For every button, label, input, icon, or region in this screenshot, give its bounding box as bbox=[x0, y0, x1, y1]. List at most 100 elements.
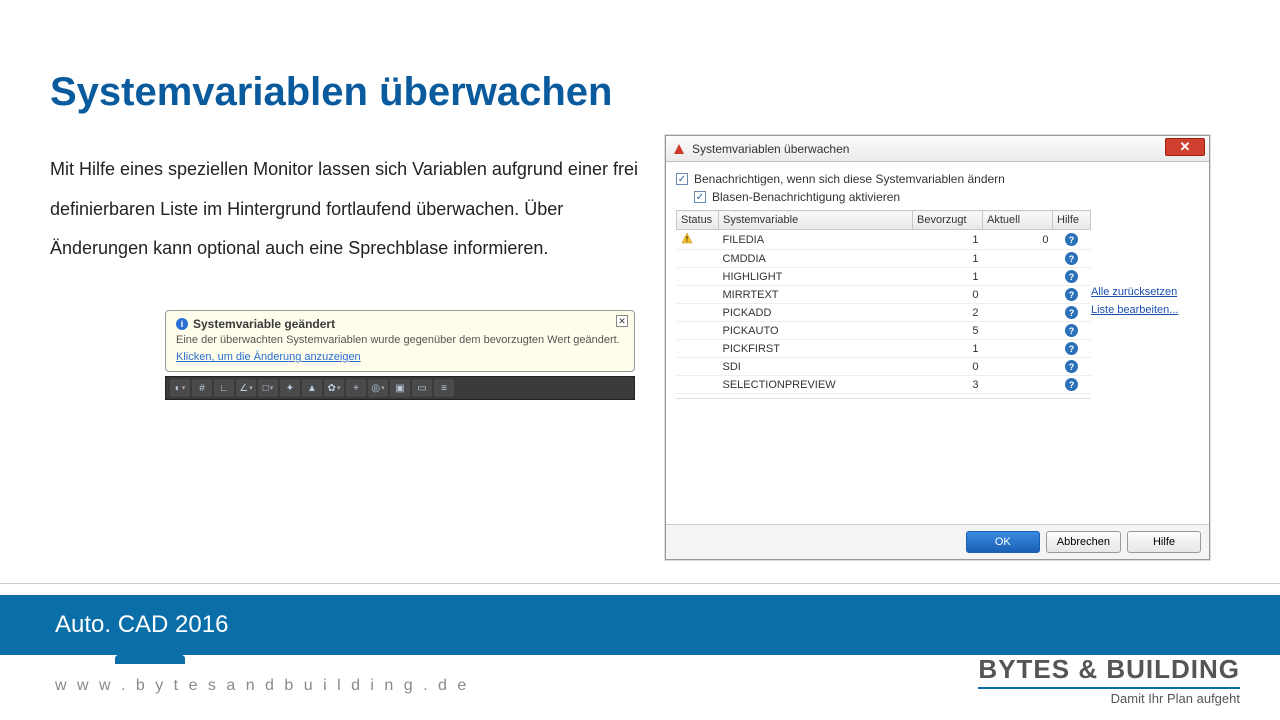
balloon-tooltip-group: i Systemvariable geändert Eine der überw… bbox=[165, 310, 635, 400]
dialog-titlebar[interactable]: Systemvariablen überwachen ✕ bbox=[666, 136, 1209, 162]
sysvar-name: SDI bbox=[719, 358, 913, 376]
statusbar-ortho-icon[interactable]: ∟ bbox=[214, 379, 234, 397]
notify-checkbox-label: Benachrichtigen, wenn sich diese Systemv… bbox=[694, 172, 1005, 186]
help-icon[interactable]: ? bbox=[1065, 306, 1078, 319]
sysvar-preferred: 0 bbox=[913, 358, 983, 376]
sysvar-preferred: 1 bbox=[913, 268, 983, 286]
table-row[interactable]: PICKFIRST1? bbox=[677, 340, 1091, 358]
help-icon[interactable]: ? bbox=[1065, 378, 1078, 391]
statusbar-osnap-icon[interactable]: □ bbox=[258, 379, 278, 397]
help-icon[interactable]: ? bbox=[1065, 252, 1078, 265]
ok-button[interactable]: OK bbox=[966, 531, 1040, 553]
table-row[interactable]: MIRRTEXT0? bbox=[677, 286, 1091, 304]
balloon-checkbox-row[interactable]: ✓ Blasen-Benachrichtigung aktivieren bbox=[694, 190, 1199, 204]
table-row[interactable]: SDI0? bbox=[677, 358, 1091, 376]
sysvar-name: CMDDIA bbox=[719, 250, 913, 268]
sysvar-name: HIGHLIGHT bbox=[719, 268, 913, 286]
sysvar-name: FILEDIA bbox=[719, 230, 913, 250]
sysvar-current bbox=[983, 268, 1053, 286]
table-row[interactable]: CMDDIA1? bbox=[677, 250, 1091, 268]
notify-checkbox-row[interactable]: ✓ Benachrichtigen, wenn sich diese Syste… bbox=[676, 172, 1199, 186]
table-row[interactable]: PICKAUTO5? bbox=[677, 322, 1091, 340]
help-icon[interactable]: ? bbox=[1065, 288, 1078, 301]
dialog-close-button[interactable]: ✕ bbox=[1165, 138, 1205, 156]
sysvar-preferred: 2 bbox=[913, 304, 983, 322]
sysvar-preferred: 5 bbox=[913, 322, 983, 340]
balloon-link[interactable]: Klicken, um die Änderung anzuzeigen bbox=[176, 351, 361, 363]
sysvar-current bbox=[983, 376, 1053, 394]
sysvar-name: SELECTIONPREVIEW bbox=[719, 376, 913, 394]
balloon-tooltip: i Systemvariable geändert Eine der überw… bbox=[165, 310, 635, 372]
checkbox-icon[interactable]: ✓ bbox=[694, 191, 706, 203]
balloon-body: Eine der überwachten Systemvariablen wur… bbox=[176, 334, 624, 346]
brand-lockup: BYTES & BUILDING Damit Ihr Plan aufgeht bbox=[978, 654, 1240, 706]
sysvar-current bbox=[983, 250, 1053, 268]
sysvar-current bbox=[983, 286, 1053, 304]
footer-divider bbox=[0, 583, 1280, 595]
help-icon[interactable]: ? bbox=[1065, 233, 1078, 246]
checkbox-icon[interactable]: ✓ bbox=[676, 173, 688, 185]
brand-tagline: Damit Ihr Plan aufgeht bbox=[978, 691, 1240, 706]
app-icon bbox=[672, 142, 686, 156]
sysvar-monitor-dialog: Systemvariablen überwachen ✕ ✓ Benachric… bbox=[665, 135, 1210, 560]
sysvar-name: PICKADD bbox=[719, 304, 913, 322]
reset-all-link[interactable]: Alle zurücksetzen bbox=[1091, 286, 1191, 298]
balloon-title: Systemvariable geändert bbox=[193, 317, 335, 331]
info-icon: i bbox=[176, 318, 188, 330]
help-icon[interactable]: ? bbox=[1065, 342, 1078, 355]
table-row[interactable]: FILEDIA10? bbox=[677, 230, 1091, 250]
table-row[interactable]: SELECTIONPREVIEW3? bbox=[677, 376, 1091, 394]
col-systemvariable[interactable]: Systemvariable bbox=[719, 211, 913, 230]
statusbar-person-icon[interactable]: ▲ bbox=[302, 379, 322, 397]
table-empty-area bbox=[676, 398, 1091, 518]
help-icon[interactable]: ? bbox=[1065, 324, 1078, 337]
help-icon[interactable]: ? bbox=[1065, 270, 1078, 283]
sysvar-preferred: 1 bbox=[913, 340, 983, 358]
status-bar: ◐ # ∟ ∠ □ ✦ ▲ ✿ + ◎ ▣ ▭ ≡ bbox=[165, 376, 635, 400]
help-icon[interactable]: ? bbox=[1065, 360, 1078, 373]
statusbar-plus-icon[interactable]: + bbox=[346, 379, 366, 397]
sysvar-current bbox=[983, 322, 1053, 340]
statusbar-gear-icon[interactable]: ✿ bbox=[324, 379, 344, 397]
warning-icon bbox=[681, 232, 693, 244]
sysvar-table: Status Systemvariable Bevorzugt Aktuell … bbox=[676, 210, 1091, 518]
page-title: Systemvariablen überwachen bbox=[50, 70, 612, 115]
statusbar-globe-icon[interactable]: ◐ bbox=[170, 379, 190, 397]
statusbar-grid-icon[interactable]: # bbox=[192, 379, 212, 397]
sysvar-preferred: 0 bbox=[913, 286, 983, 304]
statusbar-menu-icon[interactable]: ≡ bbox=[434, 379, 454, 397]
balloon-checkbox-label: Blasen-Benachrichtigung aktivieren bbox=[712, 190, 900, 204]
col-current[interactable]: Aktuell bbox=[983, 211, 1053, 230]
dialog-title: Systemvariablen überwachen bbox=[692, 142, 849, 156]
help-button[interactable]: Hilfe bbox=[1127, 531, 1201, 553]
sysvar-current bbox=[983, 358, 1053, 376]
sysvar-current bbox=[983, 340, 1053, 358]
dialog-button-row: OK Abbrechen Hilfe bbox=[666, 524, 1209, 559]
table-row[interactable]: HIGHLIGHT1? bbox=[677, 268, 1091, 286]
statusbar-monitor-icon[interactable]: ▣ bbox=[390, 379, 410, 397]
sysvar-name: PICKFIRST bbox=[719, 340, 913, 358]
statusbar-chat-icon[interactable]: ▭ bbox=[412, 379, 432, 397]
sysvar-current bbox=[983, 304, 1053, 322]
statusbar-object-icon[interactable]: ✦ bbox=[280, 379, 300, 397]
sysvar-name: PICKAUTO bbox=[719, 322, 913, 340]
brand-name: BYTES & BUILDING bbox=[978, 654, 1240, 689]
col-status[interactable]: Status bbox=[677, 211, 719, 230]
table-row[interactable]: PICKADD2? bbox=[677, 304, 1091, 322]
col-preferred[interactable]: Bevorzugt bbox=[913, 211, 983, 230]
statusbar-polar-icon[interactable]: ∠ bbox=[236, 379, 256, 397]
sysvar-preferred: 1 bbox=[913, 230, 983, 250]
description-paragraph: Mit Hilfe eines speziellen Monitor lasse… bbox=[50, 150, 640, 269]
sysvar-preferred: 1 bbox=[913, 250, 983, 268]
col-help[interactable]: Hilfe bbox=[1053, 211, 1091, 230]
statusbar-target-icon[interactable]: ◎ bbox=[368, 379, 388, 397]
balloon-close-icon[interactable]: ✕ bbox=[616, 315, 628, 327]
product-label: Auto. CAD 2016 bbox=[55, 611, 228, 639]
footer-band: Auto. CAD 2016 bbox=[0, 595, 1280, 655]
sysvar-current: 0 bbox=[983, 230, 1053, 250]
sysvar-preferred: 3 bbox=[913, 376, 983, 394]
cancel-button[interactable]: Abbrechen bbox=[1046, 531, 1121, 553]
sysvar-name: MIRRTEXT bbox=[719, 286, 913, 304]
website-url: w w w . b y t e s a n d b u i l d i n g … bbox=[55, 677, 469, 695]
edit-list-link[interactable]: Liste bearbeiten... bbox=[1091, 304, 1191, 316]
